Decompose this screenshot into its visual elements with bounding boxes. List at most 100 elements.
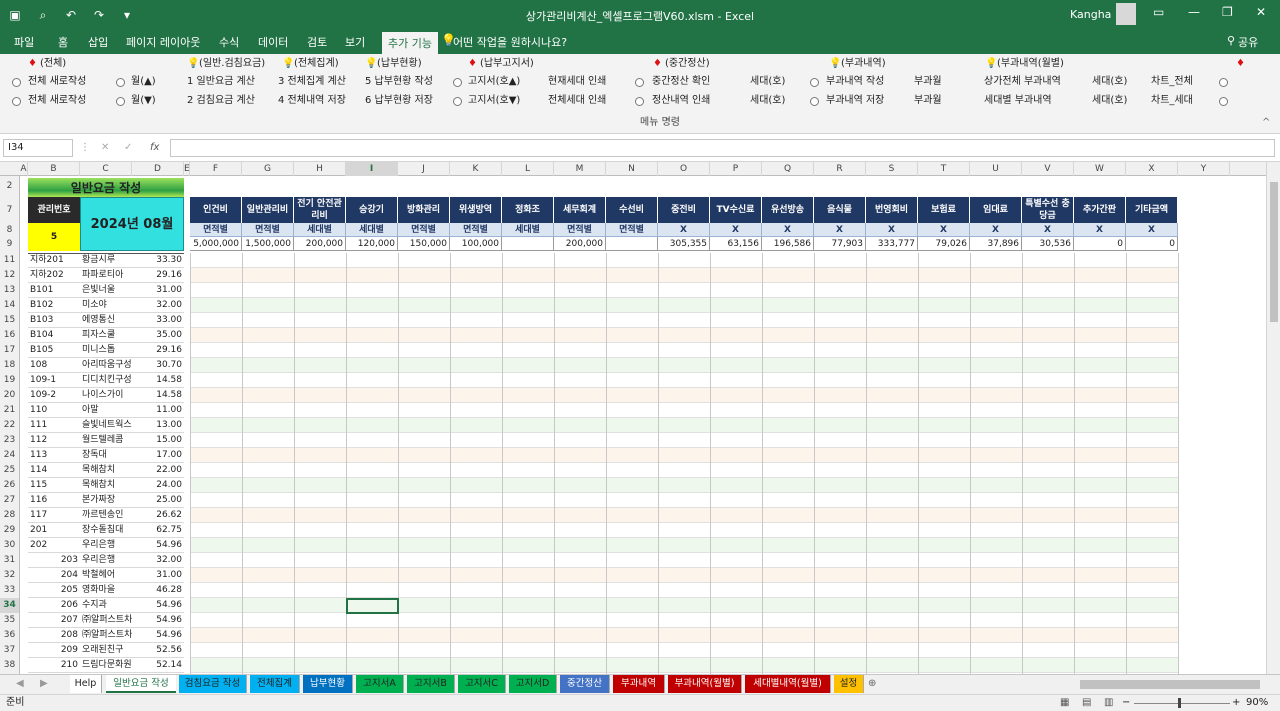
row-header-8[interactable]: 8 — [0, 223, 19, 237]
unit-number[interactable]: B103 — [28, 313, 80, 328]
unit-number[interactable]: 203 — [28, 553, 80, 568]
column-header-T[interactable]: T — [918, 162, 970, 176]
sheet-tab-1[interactable]: 일반요금 작성 — [106, 675, 176, 693]
row-header-18[interactable]: 18 — [0, 358, 19, 373]
page-layout-icon[interactable]: ▤ — [1082, 696, 1091, 710]
unit-name[interactable]: 미소야 — [80, 298, 132, 313]
fee-type-17[interactable]: X — [1074, 223, 1126, 237]
radio-button[interactable] — [12, 97, 21, 106]
fee-amount-5[interactable]: 100,000 — [450, 237, 502, 251]
column-header-V[interactable]: V — [1022, 162, 1074, 176]
zoom-in-icon[interactable]: + — [1232, 696, 1240, 710]
fee-amount-12[interactable]: 77,903 — [814, 237, 866, 251]
radio-button[interactable] — [635, 78, 644, 87]
radio-button[interactable] — [116, 97, 125, 106]
row-header-11[interactable]: 11 — [0, 253, 19, 268]
avatar[interactable] — [1116, 3, 1136, 25]
radio-button[interactable] — [453, 97, 462, 106]
unit-name[interactable]: 박철헤어 — [80, 568, 132, 583]
tab-3[interactable]: 페이지 레이아웃 — [126, 34, 200, 50]
column-header-R[interactable]: R — [814, 162, 866, 176]
sheet-tab-5[interactable]: 고지서A — [356, 675, 404, 693]
radio-button[interactable] — [1219, 97, 1228, 106]
fee-type-3[interactable]: 세대별 — [346, 223, 398, 237]
zoom-thumb[interactable] — [1178, 698, 1181, 708]
sheet-tab-4[interactable]: 납부현황 — [303, 675, 353, 693]
unit-name[interactable]: 수지과 — [80, 598, 132, 613]
tab-5[interactable]: 데이터 — [258, 34, 288, 50]
unit-number[interactable]: 202 — [28, 538, 80, 553]
ribbon-row2-item-3[interactable]: 4 전체내역 저장 — [278, 94, 346, 108]
formula-input[interactable] — [170, 139, 1275, 157]
unit-name[interactable]: 월드텔레콤 — [80, 433, 132, 448]
unit-name[interactable]: 피자스쿨 — [80, 328, 132, 343]
unit-number[interactable]: 지하202 — [28, 268, 80, 283]
column-header-K[interactable]: K — [450, 162, 502, 176]
fee-type-14[interactable]: X — [918, 223, 970, 237]
column-header-D[interactable]: D — [132, 162, 184, 176]
fee-type-0[interactable]: 면적별 — [190, 223, 242, 237]
ribbon-row2-item-7[interactable]: 정산내역 인쇄 — [652, 94, 710, 108]
ribbon-display-icon[interactable]: ▭ — [1153, 5, 1164, 19]
row-header-17[interactable]: 17 — [0, 343, 19, 358]
ribbon-row1-item-9[interactable]: 부과내역 작성 — [826, 75, 884, 89]
fee-amount-11[interactable]: 196,586 — [762, 237, 814, 251]
row-header-9[interactable]: 9 — [0, 237, 19, 251]
unit-name[interactable]: 에영통신 — [80, 313, 132, 328]
ribbon-row2-item-11[interactable]: 세대별 부과내역 — [984, 94, 1052, 108]
unit-number[interactable]: 205 — [28, 583, 80, 598]
tab-7[interactable]: 보기 — [345, 34, 365, 50]
ribbon-row2-item-0[interactable]: 전체 새로작성 — [28, 94, 86, 108]
unit-name[interactable]: ㈜알퍼스트차 — [80, 628, 132, 643]
row-header-34[interactable]: 34 — [0, 598, 19, 613]
row-header-7[interactable]: 7 — [0, 197, 19, 223]
sheet-tab-0[interactable]: Help — [70, 675, 102, 693]
unit-number[interactable]: 109-2 — [28, 388, 80, 403]
tab-1[interactable]: 홈 — [58, 34, 68, 50]
fee-amount-14[interactable]: 79,026 — [918, 237, 970, 251]
fee-type-11[interactable]: X — [762, 223, 814, 237]
unit-area[interactable]: 22.00 — [132, 463, 184, 478]
unit-name[interactable]: 디디치킨구성 — [80, 373, 132, 388]
fee-amount-7[interactable]: 200,000 — [554, 237, 606, 251]
radio-button[interactable] — [116, 78, 125, 87]
unit-name[interactable]: 장독대 — [80, 448, 132, 463]
column-header-G[interactable]: G — [242, 162, 294, 176]
unit-number[interactable]: 207 — [28, 613, 80, 628]
fee-amount-15[interactable]: 37,896 — [970, 237, 1022, 251]
ribbon-row1-item-7[interactable]: 중간정산 확인 — [652, 75, 710, 89]
unit-number[interactable]: 108 — [28, 358, 80, 373]
row-header-32[interactable]: 32 — [0, 568, 19, 583]
radio-button[interactable] — [635, 97, 644, 106]
ribbon-row1-item-11[interactable]: 상가전체 부과내역 — [984, 75, 1061, 89]
row-header-20[interactable]: 20 — [0, 388, 19, 403]
unit-name[interactable]: 본가짜장 — [80, 493, 132, 508]
column-header-M[interactable]: M — [554, 162, 606, 176]
name-box[interactable]: I34 — [3, 139, 73, 157]
prev-sheet-icon[interactable]: ◀ — [16, 677, 24, 691]
unit-area[interactable]: 52.14 — [132, 658, 184, 673]
unit-name[interactable]: 황금시루 — [80, 253, 132, 268]
sheet-tab-6[interactable]: 고지서B — [407, 675, 455, 693]
unit-area[interactable]: 29.16 — [132, 268, 184, 283]
unit-area[interactable]: 31.00 — [132, 283, 184, 298]
unit-area[interactable]: 54.96 — [132, 613, 184, 628]
fee-amount-18[interactable]: 0 — [1126, 237, 1178, 251]
mgmt-value[interactable]: 5 — [28, 223, 80, 251]
row-header-2[interactable]: 2 — [0, 176, 19, 197]
row-header-21[interactable]: 21 — [0, 403, 19, 418]
row-header-37[interactable]: 37 — [0, 643, 19, 658]
unit-number[interactable]: B105 — [28, 343, 80, 358]
ribbon-row2-item-10[interactable]: 부과월 — [914, 94, 942, 108]
unit-name[interactable]: ㈜알퍼스트차 — [80, 613, 132, 628]
row-header-27[interactable]: 27 — [0, 493, 19, 508]
unit-name[interactable]: 미니스톱 — [80, 343, 132, 358]
row-header-29[interactable]: 29 — [0, 523, 19, 538]
unit-area[interactable]: 11.00 — [132, 403, 184, 418]
unit-area[interactable]: 14.58 — [132, 388, 184, 403]
zoom-level[interactable]: 90% — [1246, 696, 1268, 710]
unit-name[interactable]: 아말 — [80, 403, 132, 418]
worksheet-grid[interactable]: 일반요금 작성 관리번호 5 2024년 08월 인건비 면적별 5,000,000 일반관리… — [20, 176, 1266, 674]
row-header-19[interactable]: 19 — [0, 373, 19, 388]
sheet-tab-12[interactable]: 세대별내역(월별) — [745, 675, 831, 693]
